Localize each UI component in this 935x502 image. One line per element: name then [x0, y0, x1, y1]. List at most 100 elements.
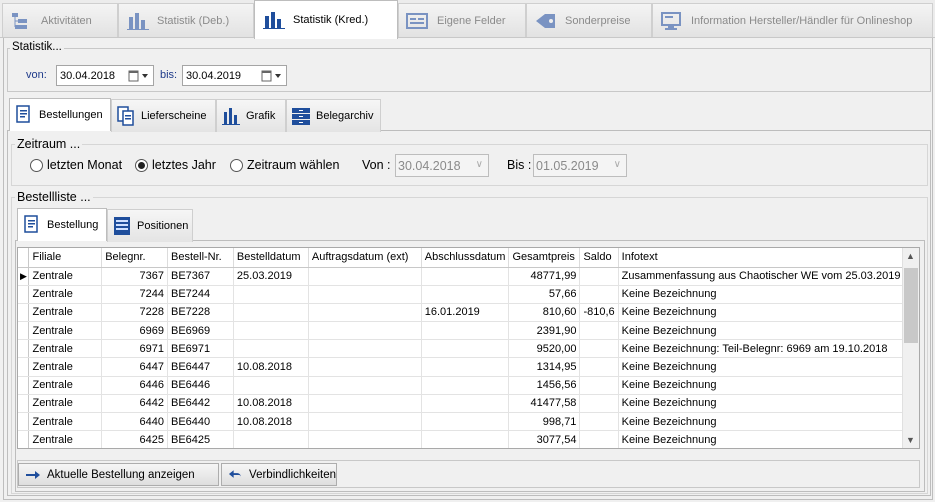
table-cell[interactable]: [421, 412, 510, 432]
table-row[interactable]: Zentrale 6446 BE6446 1456,56 Keine Bezeichnu…: [18, 376, 919, 395]
table-cell[interactable]: [308, 357, 422, 377]
row-indicator[interactable]: [18, 321, 30, 341]
table-cell[interactable]: Keine Bezeichnung: [618, 285, 919, 304]
table-cell[interactable]: [579, 267, 619, 286]
tab-lieferscheine[interactable]: Lieferscheine: [111, 99, 216, 132]
table-cell[interactable]: [579, 430, 619, 448]
table-cell[interactable]: [308, 412, 422, 432]
table-cell[interactable]: 6969: [101, 321, 168, 341]
table-cell[interactable]: Keine Bezeichnung: Teil-Belegnr: 6969 am…: [618, 339, 919, 359]
scroll-up-icon[interactable]: ▲: [906, 251, 915, 261]
table-cell[interactable]: BE6442: [167, 394, 234, 414]
table-cell[interactable]: [579, 376, 619, 395]
table-cell[interactable]: [233, 303, 309, 323]
column-header[interactable]: Auftragsdatum (ext): [308, 248, 422, 268]
table-cell[interactable]: [233, 285, 309, 304]
table-row[interactable]: Zentrale 6442 BE6442 10.08.2018 41477,58 Kein…: [18, 394, 919, 414]
table-cell[interactable]: [579, 321, 619, 341]
table-cell[interactable]: Zentrale: [28, 303, 103, 323]
table-cell[interactable]: 9520,00: [508, 339, 581, 359]
show-order-button[interactable]: Aktuelle Bestellung anzeigen: [18, 463, 219, 486]
table-cell[interactable]: Zentrale: [28, 394, 103, 414]
calendar-icon[interactable]: [127, 68, 151, 83]
row-indicator[interactable]: [18, 285, 30, 304]
table-row[interactable]: Zentrale 6425 BE6425 3077,54 Keine Bezeichnu…: [18, 430, 919, 448]
table-cell[interactable]: BE6446: [167, 376, 234, 395]
row-indicator[interactable]: [18, 339, 30, 359]
von-date-picker[interactable]: 30.04.2018: [56, 65, 154, 86]
table-cell[interactable]: -810,6: [579, 303, 619, 323]
column-header[interactable]: Gesamtpreis: [508, 248, 581, 268]
liabilities-button[interactable]: Verbindlichkeiten: [221, 463, 337, 486]
table-cell[interactable]: [308, 267, 422, 286]
scroll-down-icon[interactable]: ▼: [906, 435, 915, 445]
table-cell[interactable]: BE7244: [167, 285, 234, 304]
radio-zeitraum-waehlen[interactable]: Zeitraum wählen: [230, 158, 339, 172]
table-cell[interactable]: [308, 430, 422, 448]
table-cell[interactable]: [421, 285, 510, 304]
table-cell[interactable]: 6440: [101, 412, 168, 432]
row-indicator[interactable]: [18, 357, 30, 377]
table-cell[interactable]: [421, 394, 510, 414]
table-cell[interactable]: 7244: [101, 285, 168, 304]
table-cell[interactable]: Keine Bezeichnung: [618, 376, 919, 395]
table-row[interactable]: Zentrale 6969 BE6969 2391,90 Keine Bezeichnu…: [18, 321, 919, 341]
row-indicator[interactable]: [18, 394, 30, 414]
table-cell[interactable]: 57,66: [508, 285, 581, 304]
column-header[interactable]: Infotext: [618, 248, 919, 268]
tab-bestellungen[interactable]: Bestellungen: [9, 98, 111, 131]
current-row-indicator[interactable]: ▶: [18, 267, 30, 286]
tab-belegarchiv[interactable]: Belegarchiv: [286, 99, 381, 132]
zeitraum-von-select[interactable]: 30.04.2018 ∨: [395, 154, 489, 177]
table-cell[interactable]: Zentrale: [28, 339, 103, 359]
table-cell[interactable]: [421, 321, 510, 341]
tab-statistik-deb[interactable]: Statistik (Deb.): [118, 3, 254, 37]
table-cell[interactable]: [421, 357, 510, 377]
table-cell[interactable]: 1456,56: [508, 376, 581, 395]
row-indicator[interactable]: [18, 412, 30, 432]
column-header[interactable]: Filiale: [28, 248, 103, 268]
table-cell[interactable]: 2391,90: [508, 321, 581, 341]
table-cell[interactable]: Keine Bezeichnung: [618, 430, 919, 448]
tab-information-hersteller[interactable]: Information Hersteller/Händler für Onlin…: [652, 3, 933, 37]
table-cell[interactable]: 10.08.2018: [233, 412, 309, 432]
table-cell[interactable]: [421, 267, 510, 286]
table-cell[interactable]: Zentrale: [28, 376, 103, 395]
zeitraum-bis-select[interactable]: 01.05.2019 ∨: [533, 154, 627, 177]
radio-letzten-monat[interactable]: letzten Monat: [30, 158, 122, 172]
table-cell[interactable]: 6446: [101, 376, 168, 395]
table-cell[interactable]: [308, 339, 422, 359]
table-cell[interactable]: Keine Bezeichnung: [618, 412, 919, 432]
table-cell[interactable]: Zentrale: [28, 321, 103, 341]
table-row[interactable]: Zentrale 6447 BE6447 10.08.2018 1314,95 Keine…: [18, 357, 919, 377]
table-cell[interactable]: 6425: [101, 430, 168, 448]
tab-grafik[interactable]: Grafik: [216, 99, 286, 132]
table-cell[interactable]: [308, 394, 422, 414]
table-cell[interactable]: [233, 376, 309, 395]
row-indicator[interactable]: [18, 303, 30, 323]
table-cell[interactable]: 1314,95: [508, 357, 581, 377]
table-cell[interactable]: 6971: [101, 339, 168, 359]
table-cell[interactable]: Zentrale: [28, 412, 103, 432]
row-indicator[interactable]: [18, 376, 30, 395]
table-cell[interactable]: [308, 285, 422, 304]
table-cell[interactable]: Keine Bezeichnung: [618, 357, 919, 377]
table-cell[interactable]: BE6971: [167, 339, 234, 359]
table-cell[interactable]: 7228: [101, 303, 168, 323]
table-cell[interactable]: 998,71: [508, 412, 581, 432]
table-cell[interactable]: [421, 339, 510, 359]
row-indicator[interactable]: [18, 430, 30, 448]
column-header[interactable]: Bestell-Nr.: [167, 248, 234, 268]
table-cell[interactable]: Zentrale: [28, 285, 103, 304]
table-cell[interactable]: 10.08.2018: [233, 357, 309, 377]
table-cell[interactable]: Keine Bezeichnung: [618, 303, 919, 323]
table-cell[interactable]: [233, 339, 309, 359]
tab-aktivitaeten[interactable]: Aktivitäten: [2, 3, 118, 37]
calendar-icon[interactable]: [260, 68, 284, 83]
table-cell[interactable]: [421, 430, 510, 448]
table-cell[interactable]: [579, 357, 619, 377]
table-cell[interactable]: [233, 430, 309, 448]
table-cell[interactable]: [308, 321, 422, 341]
table-cell[interactable]: Keine Bezeichnung: [618, 394, 919, 414]
table-cell[interactable]: [579, 412, 619, 432]
